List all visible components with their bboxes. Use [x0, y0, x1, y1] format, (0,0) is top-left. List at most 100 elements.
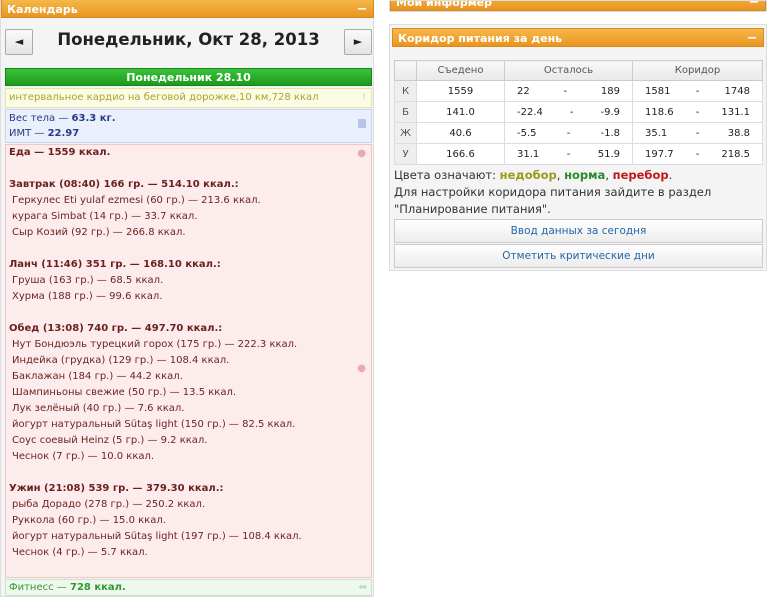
next-day-button[interactable]: ► — [344, 29, 372, 55]
range-dash: - — [695, 148, 700, 160]
legend-note: Для настройки коридора питания зайдите в… — [394, 185, 712, 216]
meal-title: Завтрак (08:40) 166 гр. — 514.10 ккал.: — [9, 179, 239, 190]
food-item: Геркулес Eti yulaf ezmesi (60 гр.) — 213… — [12, 195, 261, 206]
mark-critical-days-button[interactable]: Отметить критические дни — [394, 244, 763, 268]
food-item: йогурт натуральный Sütaş light (197 гр.)… — [12, 531, 302, 542]
remaining-range: -5.5 - -1.8 — [504, 122, 633, 144]
corridor-min: 35.1 — [645, 127, 668, 139]
remaining-min: 31.1 — [517, 148, 540, 160]
food-item: рыба Дорадо (278 гр.) — 250.2 ккал. — [12, 499, 206, 510]
corridor-max: 38.8 — [727, 127, 750, 139]
nutrient-label: К — [394, 80, 417, 102]
corridor-range: 118.6 - 131.1 — [632, 101, 763, 123]
food-item: Хурма (188 гр.) — 99.6 ккал. — [12, 291, 163, 302]
col-header-corridor: Коридор — [632, 60, 763, 81]
food-item: Соус соевый Heinz (5 гр.) — 9.2 ккал. — [12, 435, 208, 446]
prev-day-button[interactable]: ◄ — [5, 29, 33, 55]
range-dash: - — [695, 106, 700, 118]
informer-collapse-icon[interactable]: − — [747, 1, 761, 11]
food-item: Руккола (60 гр.) — 15.0 ккал. — [12, 515, 166, 526]
remaining-max: -9.9 — [600, 106, 620, 118]
day-header[interactable]: Понедельник 28.10 — [5, 68, 372, 86]
food-diary[interactable]: Еда — 1559 ккал. ● ● Завтрак (08:40) 166… — [5, 144, 372, 578]
collapse-icon[interactable]: − — [355, 0, 369, 19]
corridor-max: 131.1 — [721, 106, 750, 118]
range-dash: - — [566, 148, 571, 160]
informer-panel-title: Мой информер — [396, 0, 493, 9]
bmi-label: ИМТ — — [9, 128, 48, 139]
food-item: Баклажан (184 гр.) — 44.2 ккал. — [12, 371, 183, 382]
corridor-min: 1581 — [645, 85, 671, 97]
exclamation-icon: ! — [361, 92, 366, 103]
fitness-value: 728 ккал. — [69, 582, 126, 593]
nutrient-label: Ж — [394, 122, 417, 144]
col-header-remaining: Осталось — [504, 60, 633, 81]
scale-icon — [358, 119, 366, 128]
range-dash: - — [695, 127, 700, 139]
nutrient-label: У — [394, 143, 417, 165]
arrows-icon: ⇔ — [358, 582, 367, 593]
color-legend: Цвета означают: недобор, норма, перебор.… — [394, 167, 763, 218]
eaten-value: 1559 — [416, 80, 505, 102]
range-dash: - — [563, 85, 568, 97]
remaining-max: -1.8 — [600, 127, 620, 139]
fitness-label: Фитнесс — — [9, 582, 70, 593]
col-header-blank — [394, 60, 417, 81]
nutrient-label: Б — [394, 101, 417, 123]
remaining-min: -5.5 — [517, 127, 537, 139]
food-item: йогурт натуральный Sütaş light (150 гр.)… — [12, 419, 296, 430]
cardio-entry[interactable]: интервальное кардио на беговой дорожке,1… — [5, 88, 372, 108]
weight-line: Вес тела — 63.3 кг. — [9, 111, 368, 126]
cardio-text: интервальное кардио на беговой дорожке,1… — [9, 92, 319, 103]
corridor-max: 1748 — [724, 85, 750, 97]
food-item: Чеснок (7 гр.) — 10.0 ккал. — [12, 451, 155, 462]
remaining-min: 22 — [517, 85, 530, 97]
informer-panel: Мой информер − — [389, 0, 767, 12]
remaining-max: 51.9 — [597, 148, 620, 160]
legend-colors-line: Цвета означают: недобор, норма, перебор. — [394, 168, 673, 182]
bmi-value: 22.97 — [47, 128, 80, 139]
food-item: Шампиньоны свежие (50 гр.) — 13.5 ккал. — [12, 387, 237, 398]
nutrition-table: Съедено Осталось Коридор К 1559 22 - 189 1581… — [394, 60, 763, 165]
corridor-min: 197.7 — [645, 148, 674, 160]
table-row: К 1559 22 - 189 1581 - 1748 — [394, 80, 763, 102]
nutrition-corridor-panel: Коридор питания за день − Съедено Остало… — [389, 24, 767, 271]
weight-label: Вес тела — — [9, 113, 72, 124]
food-item: Чеснок (4 гр.) — 5.7 ккал. — [12, 547, 148, 558]
food-item: Груша (163 гр.) — 68.5 ккал. — [12, 275, 164, 286]
fitness-entry[interactable]: Фитнесс — 728 ккал. ⇔ — [5, 579, 372, 596]
legend-over: перебор — [612, 168, 669, 182]
corridor-max: 218.5 — [721, 148, 750, 160]
corridor-min: 118.6 — [645, 106, 674, 118]
apple-icon: ● — [357, 148, 366, 159]
eaten-value: 141.0 — [416, 101, 505, 123]
current-date-title: Понедельник, Окт 28, 2013 — [57, 30, 320, 49]
weight-value: 63.3 кг. — [71, 113, 116, 124]
legend-norm: норма — [564, 168, 606, 182]
food-item: курага Simbat (14 гр.) — 33.7 ккал. — [12, 211, 198, 222]
enter-today-data-button[interactable]: Ввод данных за сегодня — [394, 219, 763, 243]
corridor-range: 1581 - 1748 — [632, 80, 763, 102]
corridor-collapse-icon[interactable]: − — [745, 29, 759, 48]
nutrition-table-body: К 1559 22 - 189 1581 - 1748 Б 141.0 -22.4 - -9.9 118.… — [394, 80, 763, 165]
calendar-panel-header: Календарь − — [1, 0, 374, 18]
remaining-range: 31.1 - 51.9 — [504, 143, 633, 165]
col-header-eaten: Съедено — [416, 60, 505, 81]
range-dash: - — [695, 85, 700, 97]
calendar-panel: Календарь − ◄ Понедельник, Окт 28, 2013 … — [0, 0, 374, 597]
legend-prefix: Цвета означают: — [394, 168, 500, 182]
range-dash: - — [566, 127, 571, 139]
remaining-min: -22.4 — [517, 106, 543, 118]
eaten-value: 40.6 — [416, 122, 505, 144]
food-item: Лук зелёный (40 гр.) — 7.6 ккал. — [12, 403, 185, 414]
corridor-panel-title: Коридор питания за день — [398, 32, 563, 45]
body-metrics-entry[interactable]: Вес тела — 63.3 кг. ИМТ — 22.97 — [5, 109, 372, 143]
remaining-range: -22.4 - -9.9 — [504, 101, 633, 123]
bmi-line: ИМТ — 22.97 — [9, 126, 368, 141]
remaining-range: 22 - 189 — [504, 80, 633, 102]
meal-title: Ужин (21:08) 539 гр. — 379.30 ккал.: — [9, 483, 224, 494]
corridor-range: 197.7 - 218.5 — [632, 143, 763, 165]
